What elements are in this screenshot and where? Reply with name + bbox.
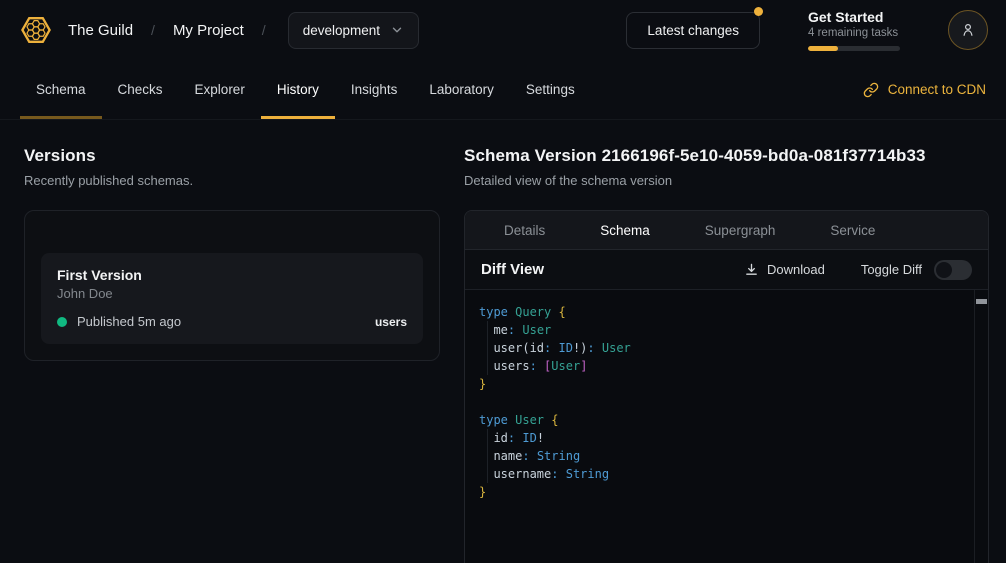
get-started-title: Get Started [808,9,900,25]
code-content: type Query { me: User user(id: ID!): Use… [465,290,988,514]
versions-title: Versions [24,146,440,166]
get-started-subtitle: 4 remaining tasks [808,27,900,39]
columns-icon [575,222,591,238]
main-nav: Schema Checks Explorer History Insights … [0,60,1006,120]
versions-subtitle: Recently published schemas. [24,173,440,188]
schema-version-panel: Schema Version 2166196f-5e10-4059-bd0a-0… [464,146,989,563]
person-icon [959,21,977,39]
tab-schema[interactable]: Schema [20,60,102,119]
versions-card: First Version John Doe Published 5m ago … [24,210,440,361]
version-author: John Doe [57,286,407,301]
tab-schema-view[interactable]: Schema [575,222,650,238]
schema-version-title: Schema Version 2166196f-5e10-4059-bd0a-0… [464,146,989,166]
schema-version-subtitle: Detailed view of the schema version [464,173,989,188]
breadcrumb-org[interactable]: The Guild [68,22,133,39]
tab-history[interactable]: History [261,60,335,119]
tab-checks[interactable]: Checks [102,60,179,119]
link-icon [863,82,879,98]
tab-explorer[interactable]: Explorer [179,60,261,119]
version-list-item[interactable]: First Version John Doe Published 5m ago … [41,253,423,344]
hive-logo-icon[interactable] [20,14,52,46]
toggle-diff-switch[interactable] [934,260,972,280]
download-button[interactable]: Download [744,262,825,277]
get-started-progressbar [808,46,900,51]
connect-cdn-link[interactable]: Connect to CDN [863,60,986,119]
schema-detail-card: Details Schema Supergraph [464,210,989,563]
scrollbar-thumb[interactable] [976,299,987,304]
latest-changes-button[interactable]: Latest changes [626,12,760,49]
diff-toolbar: Diff View Download Toggle Diff [465,250,988,290]
breadcrumb-separator: / [151,22,155,38]
breadcrumb-project[interactable]: My Project [173,22,244,39]
published-status-dot [57,317,67,327]
breadcrumb-separator: / [262,22,266,38]
progress-fill [808,46,838,51]
tab-supergraph[interactable]: Supergraph [680,222,776,238]
tab-settings[interactable]: Settings [510,60,591,119]
target-selector[interactable]: development [288,12,419,49]
toggle-diff-label: Toggle Diff [861,262,922,277]
version-service-badge: users [375,315,407,329]
schema-code-viewer: type Query { me: User user(id: ID!): Use… [465,290,988,563]
notification-dot [754,7,763,16]
diff-view-title: Diff View [481,261,544,278]
tab-details[interactable]: Details [479,222,545,238]
target-selector-value: development [303,23,380,38]
list-icon [479,222,495,238]
version-name: First Version [57,267,407,283]
breadcrumb: The Guild / My Project / development [68,12,419,49]
tab-laboratory[interactable]: Laboratory [413,60,510,119]
app-root: The Guild / My Project / development Lat… [0,0,1006,563]
version-status: Published 5m ago [77,314,181,329]
chevron-down-icon [390,23,404,37]
versions-panel: Versions Recently published schemas. Fir… [24,146,440,563]
columns-icon [680,222,696,238]
user-avatar[interactable] [948,10,988,50]
code-scrollbar[interactable] [974,290,988,563]
main-content: Versions Recently published schemas. Fir… [0,120,1006,563]
detail-tabs: Details Schema Supergraph [465,211,988,250]
tab-insights[interactable]: Insights [335,60,414,119]
app-header: The Guild / My Project / development Lat… [0,0,1006,60]
get-started-widget[interactable]: Get Started 4 remaining tasks [808,9,900,51]
cube-icon [805,222,821,238]
download-icon [744,262,759,277]
tab-service[interactable]: Service [805,222,875,238]
connect-cdn-label: Connect to CDN [888,82,986,97]
